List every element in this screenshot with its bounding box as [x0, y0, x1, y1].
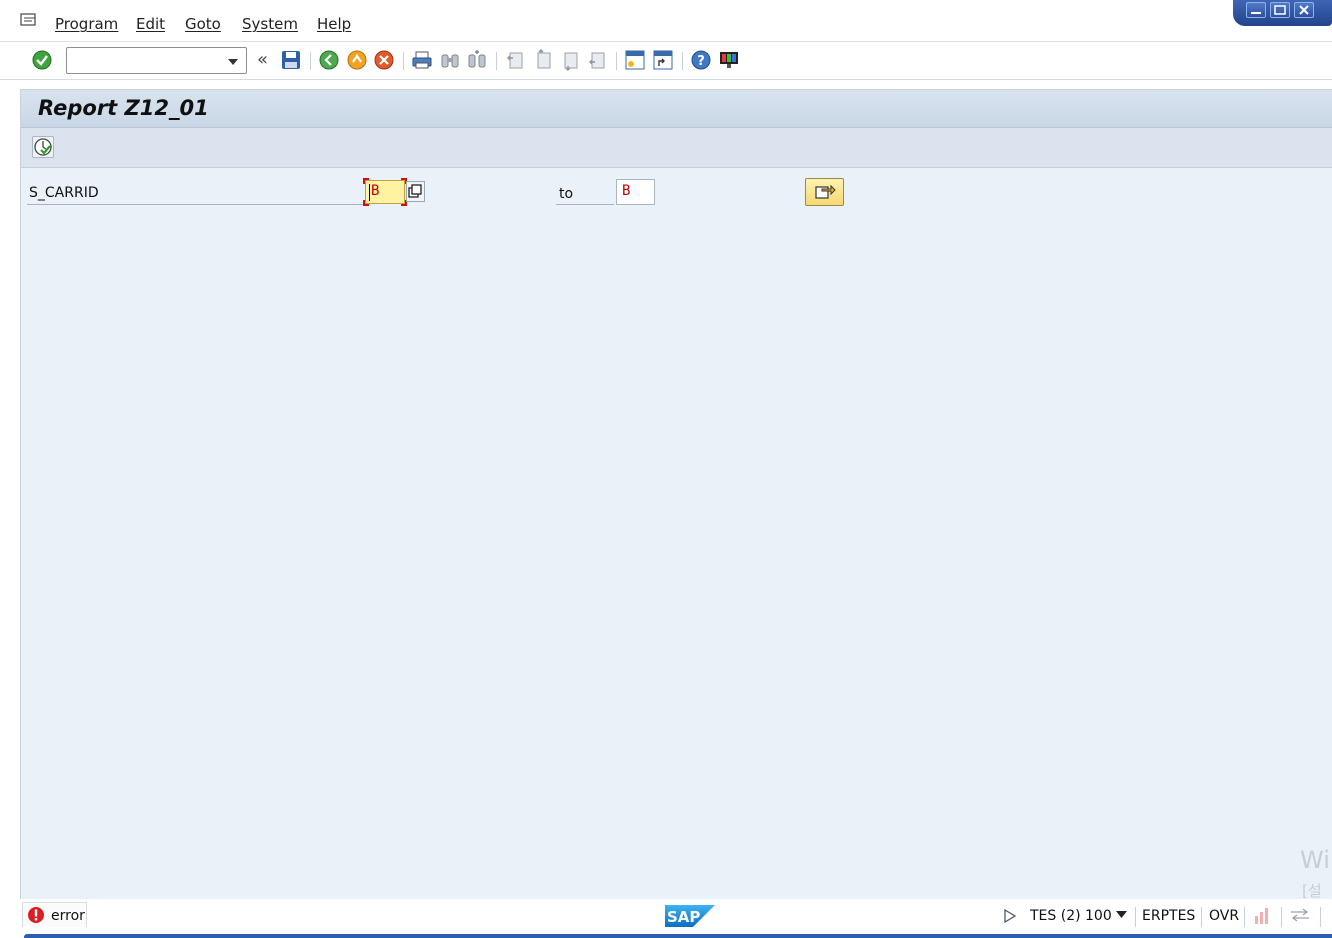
field-label-s-carrid: S_CARRID — [29, 185, 99, 201]
previous-page-icon[interactable] — [532, 49, 554, 71]
command-field[interactable] — [66, 47, 247, 74]
back-icon[interactable] — [318, 49, 340, 71]
last-page-icon[interactable] — [586, 49, 608, 71]
window-controls — [1233, 0, 1332, 26]
main-content: Report Z12_01 S_CARRID B to B — [20, 89, 1332, 899]
menu-item-system[interactable]: System — [242, 15, 298, 33]
page-title: Report Z12_01 — [38, 96, 209, 120]
next-page-icon[interactable] — [559, 49, 581, 71]
input-mode[interactable]: OVR — [1209, 908, 1239, 924]
to-label: to — [559, 186, 574, 202]
print-icon[interactable] — [411, 49, 433, 71]
find-icon[interactable] — [439, 49, 461, 71]
maximize-button[interactable] — [1270, 2, 1290, 18]
title-bar: Report Z12_01 — [21, 90, 1332, 128]
text-cursor — [369, 184, 370, 201]
save-icon[interactable] — [280, 49, 302, 71]
help-icon[interactable]: ? — [690, 49, 712, 71]
status-bar: error SAP TES (2) 100 ERPTES OVR — [0, 899, 1332, 938]
close-icon — [1299, 5, 1309, 15]
menu-icon[interactable] — [20, 12, 38, 28]
shortcut-icon[interactable] — [652, 49, 674, 71]
bottom-accent-line — [24, 934, 1332, 938]
server-name: ERPTES — [1142, 908, 1196, 924]
copy-icon — [408, 184, 422, 198]
execute-button[interactable] — [32, 136, 54, 158]
play-triangle-icon[interactable] — [1003, 908, 1017, 924]
s-carrid-low-input[interactable]: B — [363, 178, 407, 206]
enter-icon[interactable] — [31, 49, 53, 71]
arrow-right-icon — [815, 184, 836, 199]
svg-text:SAP: SAP — [667, 908, 700, 926]
minimize-button[interactable] — [1246, 2, 1266, 18]
system-info: TES (2) 100 — [1030, 908, 1112, 924]
menu-bar: Program Edit Goto System Help — [0, 0, 1332, 42]
chevron-down-icon[interactable] — [228, 59, 238, 65]
menu-item-goto[interactable]: Goto — [185, 15, 221, 33]
copy-button[interactable] — [406, 181, 425, 202]
menu-item-edit[interactable]: Edit — [136, 15, 165, 33]
find-next-icon[interactable] — [466, 49, 488, 71]
first-page-icon[interactable] — [504, 49, 526, 71]
clock-execute-icon — [34, 138, 52, 156]
maximize-icon — [1274, 5, 1286, 15]
close-window-button[interactable] — [1294, 2, 1314, 18]
label-underline — [27, 204, 363, 205]
svg-text:?: ? — [697, 54, 705, 69]
status-message-text: error — [51, 908, 85, 924]
chevron-down-icon[interactable] — [1116, 911, 1127, 919]
menu-item-program[interactable]: Program — [55, 15, 118, 33]
status-message[interactable]: error — [22, 902, 87, 927]
s-carrid-high-value: B — [622, 183, 631, 199]
customize-layout-icon[interactable] — [718, 49, 740, 71]
application-toolbar — [21, 128, 1332, 168]
to-label-underline — [556, 204, 614, 205]
s-carrid-low-value: B — [371, 183, 380, 199]
performance-icon — [1255, 908, 1268, 924]
minimize-icon — [1251, 12, 1261, 14]
watermark-text: Wi — [1300, 846, 1330, 874]
cancel-icon[interactable] — [373, 49, 395, 71]
s-carrid-high-input[interactable]: B — [616, 179, 655, 205]
double-chevron-left-icon[interactable]: « — [257, 49, 268, 70]
menu-item-help[interactable]: Help — [317, 15, 351, 33]
exit-icon[interactable] — [346, 49, 368, 71]
error-icon — [28, 907, 44, 923]
multiple-selection-button[interactable] — [805, 178, 844, 206]
connection-icon — [1291, 908, 1309, 922]
standard-toolbar: « ? — [0, 42, 1332, 80]
create-session-icon[interactable] — [624, 49, 646, 71]
sap-logo: SAP — [665, 905, 715, 927]
